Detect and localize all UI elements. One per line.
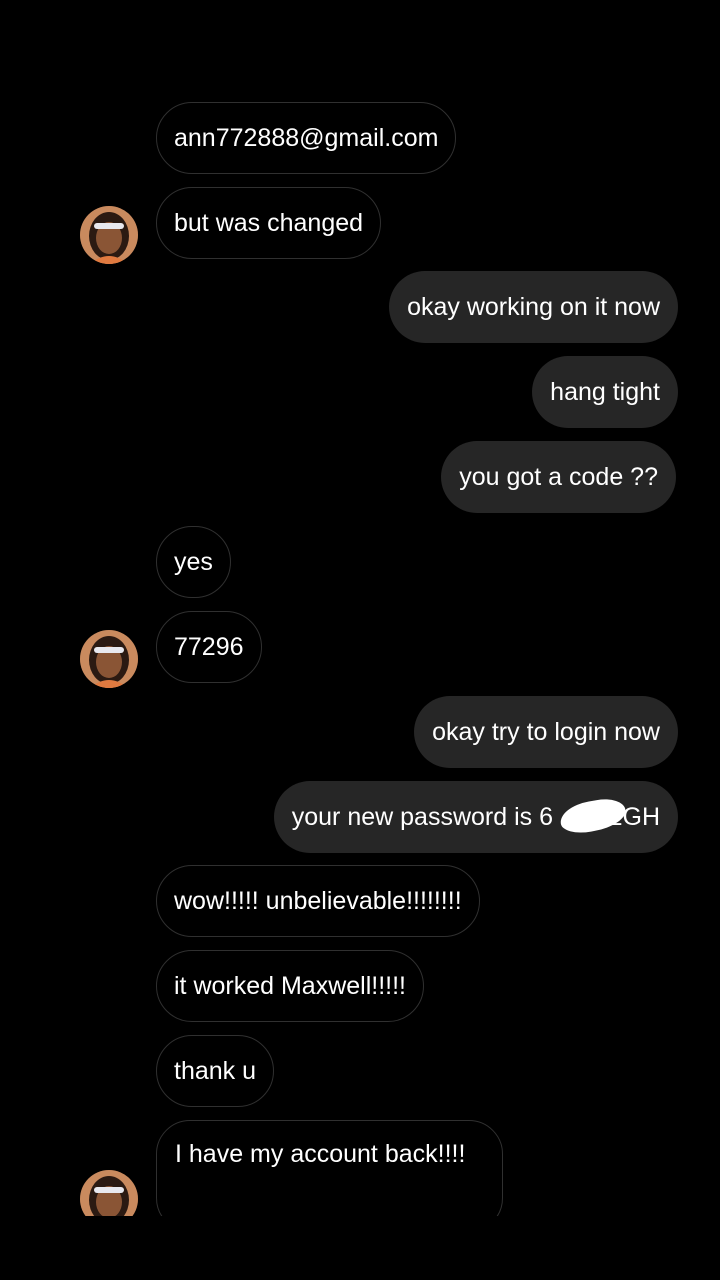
- message-text: yes: [174, 548, 213, 576]
- incoming-message-bubble[interactable]: but was changed: [156, 187, 382, 259]
- incoming-message-bubble[interactable]: it worked Maxwell!!!!!: [156, 950, 425, 1022]
- incoming-message-bubble[interactable]: 77296: [156, 611, 262, 683]
- outgoing-message-bubble[interactable]: okay try to login now: [414, 696, 678, 768]
- sender-avatar[interactable]: [80, 206, 138, 264]
- message-text: okay try to login now: [432, 718, 660, 746]
- message-text: I have my account back!!!!: [175, 1140, 466, 1168]
- user-photo-avatar-icon: [80, 206, 138, 264]
- message-text: hang tight: [550, 378, 660, 406]
- incoming-message-bubble[interactable]: yes: [156, 526, 231, 598]
- user-photo-avatar-icon: [80, 630, 138, 688]
- message-text: ann772888@gmail.com: [174, 124, 439, 152]
- message-text: you got a code ??: [459, 463, 658, 491]
- incoming-message-bubble[interactable]: I have my account back!!!!: [156, 1120, 503, 1216]
- user-photo-avatar-icon: [80, 1170, 138, 1216]
- message-thread[interactable]: ann772888@gmail.com but was changed okay…: [0, 0, 720, 1216]
- outgoing-message-bubble[interactable]: you got a code ??: [441, 441, 676, 513]
- incoming-message-bubble[interactable]: wow!!!!! unbelievable!!!!!!!!: [156, 865, 480, 937]
- sender-avatar[interactable]: [80, 630, 138, 688]
- message-text: thank u: [174, 1057, 257, 1085]
- outgoing-message-bubble[interactable]: okay working on it now: [389, 271, 678, 343]
- sender-avatar[interactable]: [80, 1170, 138, 1216]
- message-text: okay working on it now: [407, 293, 660, 321]
- message-text: but was changed: [174, 209, 364, 237]
- message-text: wow!!!!! unbelievable!!!!!!!!: [174, 887, 462, 915]
- incoming-message-bubble[interactable]: ann772888@gmail.com: [156, 102, 457, 174]
- message-text: it worked Maxwell!!!!!: [174, 972, 407, 1000]
- message-text: 77296: [174, 633, 244, 661]
- incoming-message-bubble[interactable]: thank u: [156, 1035, 275, 1107]
- outgoing-message-bubble[interactable]: hang tight: [532, 356, 678, 428]
